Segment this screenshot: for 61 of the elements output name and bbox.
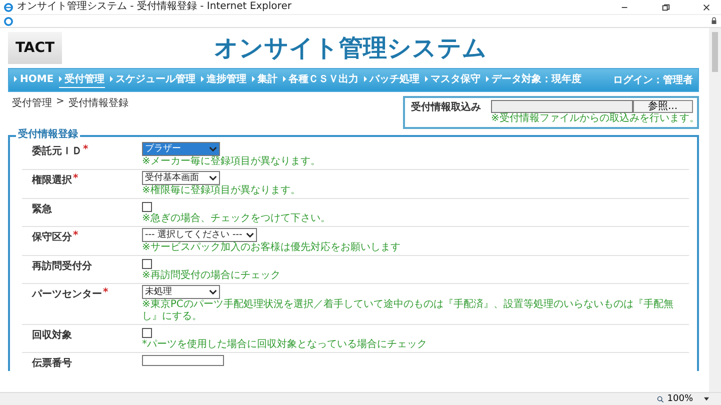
hint-text: ※サービスパック加入のお客様は優先対応をお願いします	[142, 242, 400, 254]
file-path-field[interactable]	[491, 100, 633, 113]
input-field[interactable]	[142, 355, 224, 366]
field-label: 再訪問受付分	[32, 259, 92, 273]
field-label: 回収対象	[32, 328, 72, 342]
nav-item[interactable]: マスタ保守	[424, 72, 481, 88]
browser-logo-icon	[4, 2, 13, 12]
nav-item[interactable]: 進捗管理	[200, 72, 247, 88]
required-mark: *	[83, 144, 88, 155]
page-icon	[4, 16, 13, 26]
app-title: オンサイト管理システム	[213, 33, 488, 63]
required-mark: *	[103, 287, 108, 298]
nav-item[interactable]: 受付管理	[58, 72, 105, 88]
nav-item[interactable]: HOME	[14, 74, 54, 86]
nav-item[interactable]: スケジュール管理	[110, 72, 196, 88]
hint-text: ※メーカー毎に登録項目が異なります。	[142, 156, 320, 168]
checkbox[interactable]	[142, 259, 152, 269]
field-label: 保守区分	[32, 230, 72, 244]
hint-text: ※再訪問受付の場合にチェック	[142, 270, 280, 282]
dropdown[interactable]: 未処理	[142, 285, 220, 299]
required-mark: *	[73, 230, 78, 241]
restore-icon[interactable]	[661, 2, 670, 12]
chevron-icon	[246, 232, 254, 238]
hint-text: ※急ぎの場合、チェックをつけて下さい。	[142, 213, 330, 225]
form-legend: 受付情報登録	[16, 129, 80, 141]
logo: TACT	[8, 32, 62, 64]
scrollbar[interactable]	[709, 28, 721, 392]
close-icon[interactable]	[702, 2, 711, 12]
chevron-icon	[209, 289, 217, 295]
field-label: 委託元ＩＤ	[32, 144, 82, 158]
checkbox[interactable]	[142, 328, 152, 338]
dropdown[interactable]: ブラザー	[142, 142, 220, 156]
field-label: 緊急	[32, 202, 52, 216]
breadcrumb-current: 受付情報登録	[68, 96, 128, 110]
nav-item[interactable]: 集計	[252, 72, 278, 88]
login-status: ログイン：管理者	[613, 74, 693, 87]
field-label: パーツセンター	[32, 288, 102, 301]
checkbox[interactable]	[142, 202, 152, 212]
window-title: オンサイト管理システム - 受付情報登録 - Internet Explorer	[17, 1, 292, 13]
chevron-icon	[209, 175, 217, 181]
hint-text: ※東京PCのパーツ手配処理状況を選択／着手していて途中のものは『手配済』、設置等処理のいらないものは『手配無し』にする。	[142, 299, 674, 323]
caret-icon[interactable]	[704, 397, 709, 401]
required-mark: *	[73, 173, 78, 184]
nav-item[interactable]: データ対象：現年度	[486, 72, 582, 88]
nav-item[interactable]: バッチ処理	[364, 72, 420, 88]
browse-button[interactable]: 参照...	[633, 100, 693, 113]
breadcrumb-separator: >	[56, 96, 64, 109]
zoom-level[interactable]: 100%	[667, 394, 693, 404]
hint-text: *パーツを使用した場合に回収対象となっている場合にチェック	[142, 339, 427, 351]
chevron-icon	[209, 146, 217, 152]
field-label: 伝票番号	[32, 356, 72, 370]
dropdown[interactable]: --- 選択してください ---	[142, 228, 258, 242]
hint-text: ※権限毎に登録項目が異なります。	[142, 185, 300, 197]
hint-text: ※受付情報ファイルからの取込みを行います。	[491, 113, 700, 125]
nav-item[interactable]: 各種ＣＳＶ出力	[282, 72, 359, 88]
breadcrumb-link[interactable]: 受付管理	[12, 96, 52, 110]
field-label: 受付情報取込み	[411, 100, 481, 115]
zoom-icon	[657, 396, 664, 402]
field-label: 権限選択	[32, 174, 72, 187]
dropdown[interactable]: 受付基本画面	[142, 171, 220, 185]
lock-icon	[711, 17, 717, 25]
